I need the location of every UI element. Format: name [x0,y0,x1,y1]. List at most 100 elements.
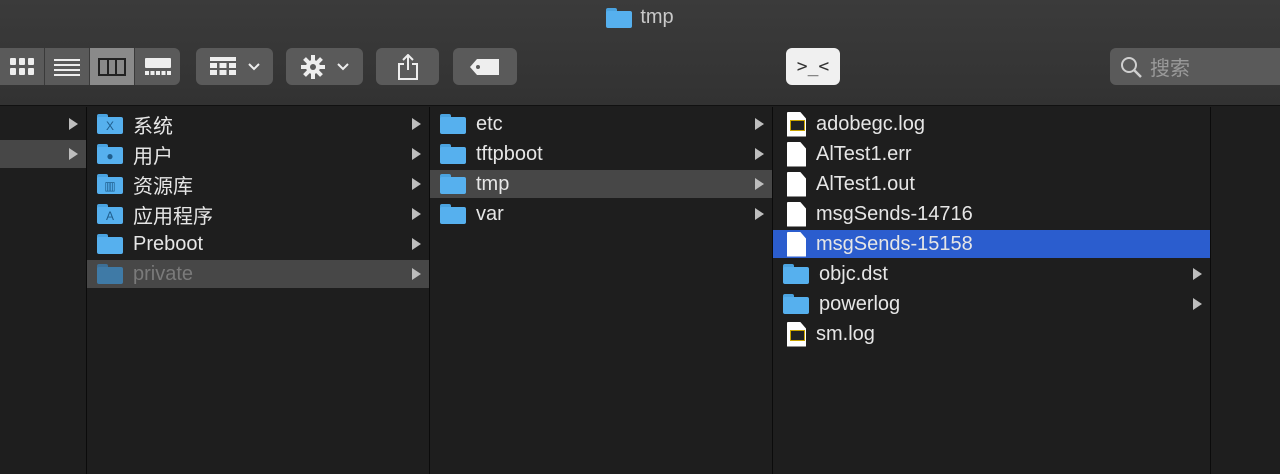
list-icon [54,58,80,76]
item-label: 系统 [133,115,173,138]
document-icon [787,171,806,197]
search-icon [1121,56,1142,78]
folder-icon [440,174,466,194]
users-folder-icon: ● [97,144,123,164]
item-label: AlTest1.err [816,142,912,165]
item-label: var [476,202,504,225]
column-root[interactable] [0,107,87,474]
disclosure-arrow-icon [412,208,421,220]
group-icon [209,56,236,75]
column-private[interactable]: etc tftpboot tmp var [430,107,773,474]
list-view-button[interactable] [45,48,90,85]
list-item-library[interactable]: ▥ 资源库 [87,170,429,198]
disclosure-arrow-icon [1193,268,1202,280]
toolbar: tmp >_< 搜索 [0,0,1280,106]
disclosure-arrow-icon [412,148,421,160]
item-label: 应用程序 [133,205,213,228]
icon-view-button[interactable] [0,48,45,85]
disclosure-arrow-icon [412,118,421,130]
list-item-msgsends-15158[interactable]: msgSends-15158 [773,230,1210,258]
item-label: objc.dst [819,262,888,285]
list-item-preboot[interactable]: Preboot [87,230,429,258]
disclosure-arrow-icon [755,148,764,160]
columns-icon [98,57,126,76]
disclosure-arrow-icon [412,268,421,280]
folder-icon [783,264,809,284]
disclosure-arrow-icon [755,118,764,130]
list-item-adobegc-log[interactable]: adobegc.log [773,110,1210,138]
tag-button[interactable] [453,48,517,85]
document-icon [787,231,806,257]
item-label: Preboot [133,232,204,255]
search-field[interactable]: 搜索 [1110,48,1280,85]
folder-icon [606,7,633,28]
item-label: msgSends-15158 [816,232,973,255]
item-label: etc [476,112,503,135]
list-item-objc-dst[interactable]: objc.dst [773,260,1210,288]
gallery-icon [144,57,171,75]
search-placeholder: 搜索 [1150,58,1190,80]
list-item-altest1-err[interactable]: AlTest1.err [773,140,1210,168]
folder-icon [440,144,466,164]
list-item-applications[interactable]: A 应用程序 [87,200,429,228]
window-title: tmp [0,6,1280,29]
gear-icon [300,54,325,79]
list-item-private[interactable]: private [87,260,429,288]
applications-folder-icon: A [97,204,123,224]
folder-icon [97,234,123,254]
log-file-icon [787,111,806,137]
list-item-tmp[interactable]: tmp [430,170,772,198]
list-item-system[interactable]: X 系统 [87,110,429,138]
disclosure-arrow-icon [1193,298,1202,310]
item-label: msgSends-14716 [816,202,973,225]
chevron-down-icon [247,62,260,70]
column-view-button[interactable] [90,48,135,85]
folder-icon [440,204,466,224]
list-item[interactable] [0,110,86,138]
folder-icon [97,264,123,284]
tag-icon [470,58,499,75]
list-item-tftpboot[interactable]: tftpboot [430,140,772,168]
column-empty[interactable] [1211,107,1280,474]
disclosure-arrow-icon [412,238,421,250]
list-item-msgsends-14716[interactable]: msgSends-14716 [773,200,1210,228]
list-item-var[interactable]: var [430,200,772,228]
log-file-icon [787,321,806,347]
item-label: 资源库 [133,175,193,198]
list-item[interactable] [0,140,86,168]
item-label: private [133,262,194,285]
disclosure-arrow-icon [69,118,78,130]
system-folder-icon: X [97,114,123,134]
list-item-etc[interactable]: etc [430,110,772,138]
share-icon [397,53,418,80]
item-label: tmp [476,172,510,195]
list-item-altest1-out[interactable]: AlTest1.out [773,170,1210,198]
folder-icon [440,114,466,134]
item-label: adobegc.log [816,112,925,135]
item-label: powerlog [819,292,901,315]
chevron-down-icon [336,62,349,70]
disclosure-arrow-icon [69,148,78,160]
group-button[interactable] [196,48,273,85]
window-title-text: tmp [640,6,674,28]
finder-window: tmp >_< 搜索 X 系统 ● 用户 ▥ 资源库 A 应用程序 Preboo… [0,0,1280,474]
disclosure-arrow-icon [755,208,764,220]
column-tmp[interactable]: adobegc.log AlTest1.err AlTest1.out msgS… [773,107,1211,474]
list-item-users[interactable]: ● 用户 [87,140,429,168]
folder-icon [783,294,809,314]
grid-icon [10,57,34,75]
terminal-button[interactable]: >_< [786,48,840,85]
action-button[interactable] [286,48,363,85]
gallery-view-button[interactable] [135,48,180,85]
column-volume[interactable]: X 系统 ● 用户 ▥ 资源库 A 应用程序 Preboot private [87,107,430,474]
document-icon [787,141,806,167]
disclosure-arrow-icon [412,178,421,190]
list-item-powerlog[interactable]: powerlog [773,290,1210,318]
view-mode-control[interactable] [0,48,180,85]
item-label: sm.log [816,322,875,345]
list-item-sm-log[interactable]: sm.log [773,320,1210,348]
document-icon [787,201,806,227]
library-folder-icon: ▥ [97,174,123,194]
disclosure-arrow-icon [755,178,764,190]
share-button[interactable] [376,48,439,85]
